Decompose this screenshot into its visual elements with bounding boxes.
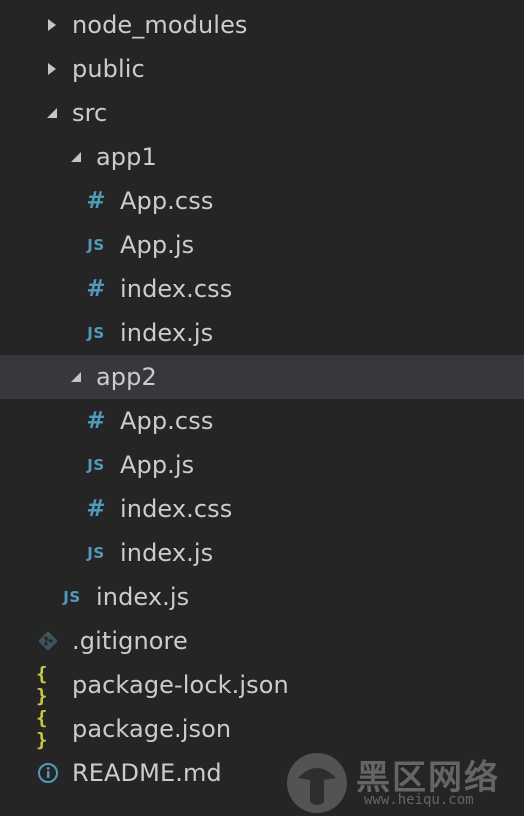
watermark-url: www.heiqu.com — [364, 792, 474, 808]
css-file-icon: # — [86, 276, 106, 302]
css-file-icon: # — [86, 188, 106, 214]
tree-item-app2[interactable]: app2 — [0, 355, 524, 399]
json-file-icon: { } — [36, 707, 48, 751]
tree-item-app2-app-js[interactable]: JS App.js — [0, 443, 524, 487]
js-file-icon: JS — [87, 544, 105, 562]
tree-item-app1-app-js[interactable]: JS App.js — [0, 223, 524, 267]
tree-item-label: public — [72, 55, 145, 83]
tree-item-label: App.css — [120, 187, 214, 215]
chevron-down-icon[interactable] — [68, 149, 84, 165]
tree-item-label: index.css — [120, 495, 233, 523]
info-file-icon — [36, 758, 60, 788]
js-file-icon: JS — [87, 236, 105, 254]
tree-item-label: README.md — [72, 759, 222, 787]
tree-item-app2-app-css[interactable]: # App.css — [0, 399, 524, 443]
tree-item-label: index.css — [120, 275, 233, 303]
tree-item-app2-index-js[interactable]: JS index.js — [0, 531, 524, 575]
tree-item-app1-index-js[interactable]: JS index.js — [0, 311, 524, 355]
chevron-right-icon[interactable] — [44, 17, 60, 33]
tree-item-src-index-js[interactable]: JS index.js — [0, 575, 524, 619]
tree-item-label: App.css — [120, 407, 214, 435]
js-file-icon: JS — [87, 456, 105, 474]
chevron-down-icon[interactable] — [44, 105, 60, 121]
tree-item-label: package.json — [72, 715, 232, 743]
tree-item-label: package-lock.json — [72, 671, 289, 699]
tree-item-label: app1 — [96, 143, 157, 171]
tree-item-label: index.js — [96, 583, 190, 611]
tree-item-public[interactable]: public — [0, 47, 524, 91]
tree-item-package-lock-json[interactable]: { } package-lock.json — [0, 663, 524, 707]
tree-item-label: src — [72, 99, 108, 127]
tree-item-label: index.js — [120, 539, 214, 567]
tree-item-label: index.js — [120, 319, 214, 347]
js-file-icon: JS — [63, 588, 81, 606]
json-file-icon: { } — [36, 663, 48, 707]
chevron-right-icon[interactable] — [44, 61, 60, 77]
tree-item-src[interactable]: src — [0, 91, 524, 135]
tree-item-label: App.js — [120, 451, 195, 479]
tree-item-node-modules[interactable]: node_modules — [0, 3, 524, 47]
watermark-logo-icon — [287, 753, 347, 813]
tree-item-label: .gitignore — [72, 627, 188, 655]
tree-item-app1-app-css[interactable]: # App.css — [0, 179, 524, 223]
tree-item-app1-index-css[interactable]: # index.css — [0, 267, 524, 311]
chevron-down-icon[interactable] — [68, 369, 84, 385]
js-file-icon: JS — [87, 324, 105, 342]
css-file-icon: # — [86, 408, 106, 434]
tree-item-package-json[interactable]: { } package.json — [0, 707, 524, 751]
tree-item-app1[interactable]: app1 — [0, 135, 524, 179]
file-explorer-tree: node_modules public src app1 # App.css J… — [0, 3, 524, 795]
css-file-icon: # — [86, 496, 106, 522]
watermark: 黑区网络 www.heiqu.com — [284, 750, 514, 813]
tree-item-label: App.js — [120, 231, 195, 259]
git-file-icon — [36, 626, 60, 656]
tree-item-label: node_modules — [72, 11, 248, 39]
tree-item-label: app2 — [96, 363, 157, 391]
tree-item-app2-index-css[interactable]: # index.css — [0, 487, 524, 531]
tree-item-gitignore[interactable]: .gitignore — [0, 619, 524, 663]
